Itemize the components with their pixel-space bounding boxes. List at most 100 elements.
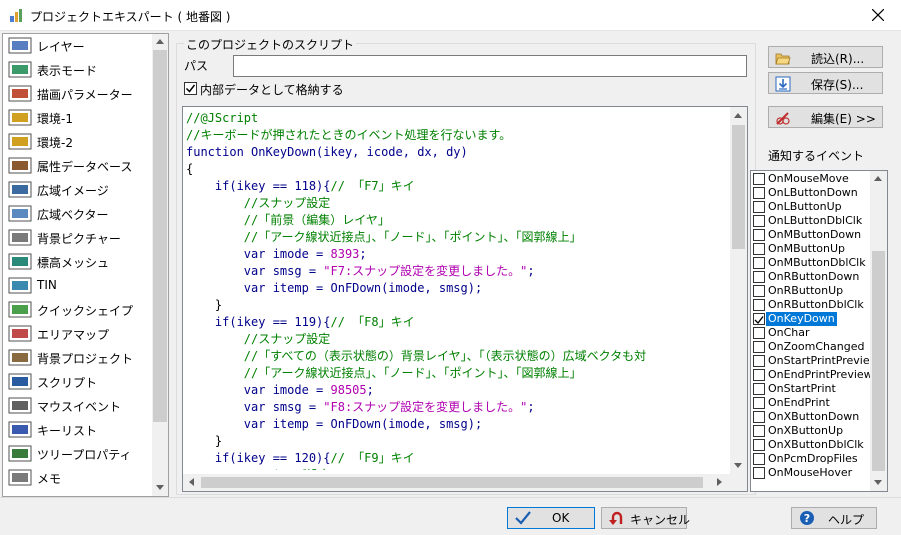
- scroll-up-icon[interactable]: [734, 113, 742, 118]
- event-checkbox[interactable]: [753, 383, 765, 395]
- load-button[interactable]: 読込(R)...: [768, 46, 883, 68]
- code-line[interactable]: //@JScript: [186, 110, 730, 127]
- event-item[interactable]: OnMButtonDown: [753, 228, 871, 242]
- code-line[interactable]: {: [186, 161, 730, 178]
- code-line[interactable]: if(ikey == 120){// 「F9」キイ: [186, 450, 730, 467]
- event-checkbox[interactable]: [753, 453, 765, 465]
- code-line[interactable]: var itemp = OnFDown(imode, smsg);: [186, 280, 730, 297]
- category-scrollbar[interactable]: [152, 34, 168, 496]
- event-checkbox[interactable]: [753, 285, 765, 297]
- path-input[interactable]: [233, 55, 747, 77]
- event-item[interactable]: OnZoomChanged: [753, 340, 871, 354]
- nav-item-wide-image[interactable]: 広域イメージ: [3, 178, 155, 202]
- code-line[interactable]: function OnKeyDown(ikey, icode, dx, dy): [186, 144, 730, 161]
- event-list[interactable]: OnMouseHover OnPcmDropFiles OnXButtonDblCl…: [750, 170, 888, 492]
- event-item[interactable]: OnLButtonDblClk: [753, 214, 871, 228]
- event-item[interactable]: OnEndPrintPreview: [753, 368, 873, 382]
- event-item[interactable]: OnLButtonDown: [753, 186, 871, 200]
- nav-item-script[interactable]: スクリプト: [3, 370, 155, 394]
- event-checkbox[interactable]: [753, 369, 765, 381]
- scroll-down-icon[interactable]: [734, 463, 742, 468]
- editor-vertical-scrollbar[interactable]: [730, 107, 747, 475]
- editor-vscroll-thumb[interactable]: [732, 125, 745, 249]
- ok-button[interactable]: OK: [507, 507, 595, 529]
- event-item[interactable]: OnMouseHover: [753, 466, 871, 480]
- event-item[interactable]: OnStartPrintPrevie: [753, 354, 871, 368]
- nav-item-env1[interactable]: 環境-1: [3, 106, 155, 130]
- event-item[interactable]: OnMButtonUp: [753, 242, 871, 256]
- code-line[interactable]: //スナップ設定: [186, 331, 730, 348]
- code-line[interactable]: //「すべての（表示状態の）背景レイヤ」、「（表示状態の）広域ベクタも対: [186, 348, 730, 365]
- event-checkbox[interactable]: [753, 243, 765, 255]
- event-checkbox[interactable]: [753, 341, 765, 353]
- nav-item-wide-vector[interactable]: 広域ベクター: [3, 202, 155, 226]
- event-checkbox[interactable]: [753, 467, 765, 479]
- event-checkbox[interactable]: [753, 299, 765, 311]
- event-item[interactable]: OnXButtonUp: [753, 424, 871, 438]
- code-line[interactable]: //スナップ設定: [186, 195, 730, 212]
- nav-item-display-mode[interactable]: 表示モード: [3, 58, 155, 82]
- nav-item-background-picture[interactable]: 背景ピクチャー: [3, 226, 155, 250]
- event-item[interactable]: OnXButtonDblClk: [753, 438, 871, 452]
- code-line[interactable]: var smsg = "F7:スナップ設定を変更しました。";: [186, 263, 730, 280]
- code-line[interactable]: var imode = 98505;: [186, 382, 730, 399]
- nav-item-mouse[interactable]: マウスイベント: [3, 394, 155, 418]
- event-checkbox[interactable]: [753, 257, 765, 269]
- nav-item-attribute-db[interactable]: 属性データベース: [3, 154, 155, 178]
- script-code[interactable]: //@JScript //キーボードが押されたときのイベント処理を行ないます。 fu…: [186, 110, 730, 470]
- event-checkbox[interactable]: [753, 327, 765, 339]
- event-item[interactable]: OnRButtonDblClk: [753, 298, 871, 312]
- event-item[interactable]: OnChar: [753, 326, 871, 340]
- nav-item-elevation-mesh[interactable]: 標高メッシュ: [3, 250, 155, 274]
- save-button[interactable]: 保存(S)...: [768, 72, 883, 94]
- event-checkbox[interactable]: [753, 215, 765, 227]
- scroll-left-icon[interactable]: [189, 478, 194, 486]
- help-button[interactable]: ? ヘルプ: [791, 507, 877, 529]
- nav-item-quick-shape[interactable]: クイックシェイプ: [3, 298, 155, 322]
- edit-button[interactable]: 編集(E) >>: [768, 106, 883, 128]
- nav-item-background-project[interactable]: 背景プロジェクト: [3, 346, 155, 370]
- event-scroll-thumb[interactable]: [872, 251, 885, 471]
- event-item[interactable]: OnMButtonDblClk: [753, 256, 871, 270]
- event-item[interactable]: OnPcmDropFiles: [753, 452, 871, 466]
- code-line[interactable]: //「前景（編集）レイヤ」: [186, 212, 730, 229]
- event-checkbox[interactable]: [753, 201, 765, 213]
- store-internal-box[interactable]: [184, 82, 197, 95]
- event-item[interactable]: OnKeyDown: [753, 312, 871, 326]
- event-item[interactable]: OnRButtonDown: [753, 270, 871, 284]
- scroll-up-icon[interactable]: [156, 39, 164, 44]
- code-line[interactable]: }: [186, 297, 730, 314]
- code-line[interactable]: //キーボードが押されたときのイベント処理を行ないます。: [186, 127, 730, 144]
- scroll-right-icon[interactable]: [717, 478, 722, 486]
- event-checkbox[interactable]: [753, 425, 765, 437]
- nav-item-area-map[interactable]: エリアマップ: [3, 322, 155, 346]
- event-checkbox[interactable]: [753, 271, 765, 283]
- event-checkbox[interactable]: [753, 173, 765, 185]
- nav-item-env2[interactable]: 環境-2: [3, 130, 155, 154]
- editor-horizontal-scrollbar[interactable]: [183, 474, 730, 491]
- event-checkbox[interactable]: [753, 355, 765, 367]
- scroll-up-icon[interactable]: [874, 176, 882, 181]
- scroll-down-icon[interactable]: [156, 485, 164, 490]
- code-line[interactable]: if(ikey == 118){// 「F7」キイ: [186, 178, 730, 195]
- nav-item-memo[interactable]: メモ: [3, 466, 155, 490]
- code-line[interactable]: if(ikey == 119){// 「F8」キイ: [186, 314, 730, 331]
- code-line[interactable]: //「アーク線状近接点」、「ノード」、「ポイント」、「図郭線上」: [186, 229, 730, 246]
- code-line[interactable]: //「アーク線状近接点」、「ノード」、「ポイント」、「図郭線上」: [186, 365, 730, 382]
- event-checkbox[interactable]: [753, 313, 765, 325]
- close-button[interactable]: [855, 0, 901, 31]
- event-item[interactable]: OnLButtonUp: [753, 200, 871, 214]
- code-line[interactable]: var imode = 8393;: [186, 246, 730, 263]
- event-item[interactable]: OnXButtonDown: [753, 410, 871, 424]
- event-checkbox[interactable]: [753, 229, 765, 241]
- event-item[interactable]: OnEndPrint: [753, 396, 871, 410]
- nav-item-tree-property[interactable]: ツリープロパティ: [3, 442, 155, 466]
- code-line[interactable]: var itemp = OnFDown(imode, smsg);: [186, 416, 730, 433]
- script-editor[interactable]: //@JScript //キーボードが押されたときのイベント処理を行ないます。 fu…: [182, 106, 748, 492]
- code-line[interactable]: }: [186, 433, 730, 450]
- event-list-scrollbar[interactable]: [870, 171, 887, 491]
- editor-hscroll-thumb[interactable]: [201, 477, 703, 488]
- event-item[interactable]: OnStartPrint: [753, 382, 871, 396]
- event-item[interactable]: OnMouseMove: [753, 172, 871, 186]
- event-checkbox[interactable]: [753, 411, 765, 423]
